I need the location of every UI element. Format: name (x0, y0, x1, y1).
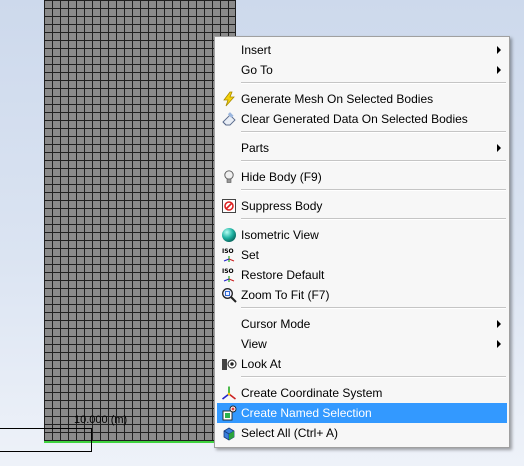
submenu-arrow-icon (497, 66, 501, 74)
suppress-icon (221, 198, 237, 214)
menu-item-parts[interactable]: Parts (217, 138, 507, 158)
menu-item-label: Set (241, 248, 260, 262)
menu-item-suppress-body[interactable]: Suppress Body (217, 196, 507, 216)
menu-item-hide-body[interactable]: Hide Body (F9) (217, 167, 507, 187)
scale-ruler (0, 428, 92, 452)
svg-text:ISO: ISO (222, 248, 234, 255)
menu-item-zoom-to-fit[interactable]: Zoom To Fit (F7) (217, 285, 507, 305)
mesh-body[interactable] (44, 0, 236, 442)
context-menu: Insert Go To Generate Mesh On Selected B… (214, 36, 510, 448)
menu-item-label: Zoom To Fit (F7) (241, 288, 330, 302)
menu-separator (241, 307, 506, 309)
menu-item-insert[interactable]: Insert (217, 40, 507, 60)
menu-item-label: Suppress Body (241, 199, 323, 213)
menu-item-label: Cursor Mode (241, 317, 311, 331)
menu-separator (241, 218, 506, 220)
look-at-icon (221, 356, 237, 372)
iso-restore-icon: ISO (221, 267, 237, 283)
menu-item-clear-generated-data[interactable]: Clear Generated Data On Selected Bodies (217, 109, 507, 129)
menu-item-create-coordinate-system[interactable]: Create Coordinate System (217, 383, 507, 403)
menu-item-restore-default[interactable]: ISO Restore Default (217, 265, 507, 285)
menu-item-cursor-mode[interactable]: Cursor Mode (217, 314, 507, 334)
menu-item-go-to[interactable]: Go To (217, 60, 507, 80)
menu-item-label: View (241, 337, 267, 351)
submenu-arrow-icon (497, 320, 501, 328)
menu-item-generate-mesh[interactable]: Generate Mesh On Selected Bodies (217, 89, 507, 109)
submenu-arrow-icon (497, 144, 501, 152)
menu-separator (241, 160, 506, 162)
menu-item-label: Parts (241, 141, 270, 155)
menu-item-label: Generate Mesh On Selected Bodies (241, 92, 434, 106)
menu-item-label: Insert (241, 43, 272, 57)
zoom-fit-icon (221, 287, 237, 303)
menu-item-label: Restore Default (241, 268, 325, 282)
submenu-arrow-icon (497, 340, 501, 348)
menu-item-view[interactable]: View (217, 334, 507, 354)
menu-separator (241, 189, 506, 191)
menu-item-select-all[interactable]: Select All (Ctrl+ A) (217, 423, 507, 443)
menu-separator (241, 376, 506, 378)
scale-label: 10.000 (m) (74, 414, 128, 426)
menu-item-look-at[interactable]: Look At (217, 354, 507, 374)
menu-separator (241, 82, 506, 84)
iso-set-icon: ISO (221, 247, 237, 263)
menu-item-label: Isometric View (241, 228, 319, 242)
menu-item-label: Clear Generated Data On Selected Bodies (241, 112, 468, 126)
menu-item-label: Hide Body (F9) (241, 170, 322, 184)
menu-item-label: Select All (Ctrl+ A) (241, 426, 339, 440)
submenu-arrow-icon (497, 46, 501, 54)
menu-item-isometric-view[interactable]: Isometric View (217, 225, 507, 245)
menu-item-label: Create Coordinate System (241, 386, 383, 400)
svg-text:ISO: ISO (222, 268, 234, 275)
menu-item-set[interactable]: ISO Set (217, 245, 507, 265)
lightbulb-icon (221, 169, 237, 185)
named-selection-icon (221, 405, 237, 421)
menu-item-label: Create Named Selection (241, 406, 372, 420)
menu-item-label: Go To (241, 63, 273, 77)
menu-item-label: Look At (241, 357, 282, 371)
coordinate-system-icon (221, 385, 237, 401)
lightning-icon (221, 91, 237, 107)
sphere-icon (221, 227, 237, 243)
eraser-icon (221, 111, 237, 127)
menu-item-create-named-selection[interactable]: Create Named Selection (217, 403, 507, 423)
select-all-icon (221, 425, 237, 441)
menu-separator (241, 131, 506, 133)
